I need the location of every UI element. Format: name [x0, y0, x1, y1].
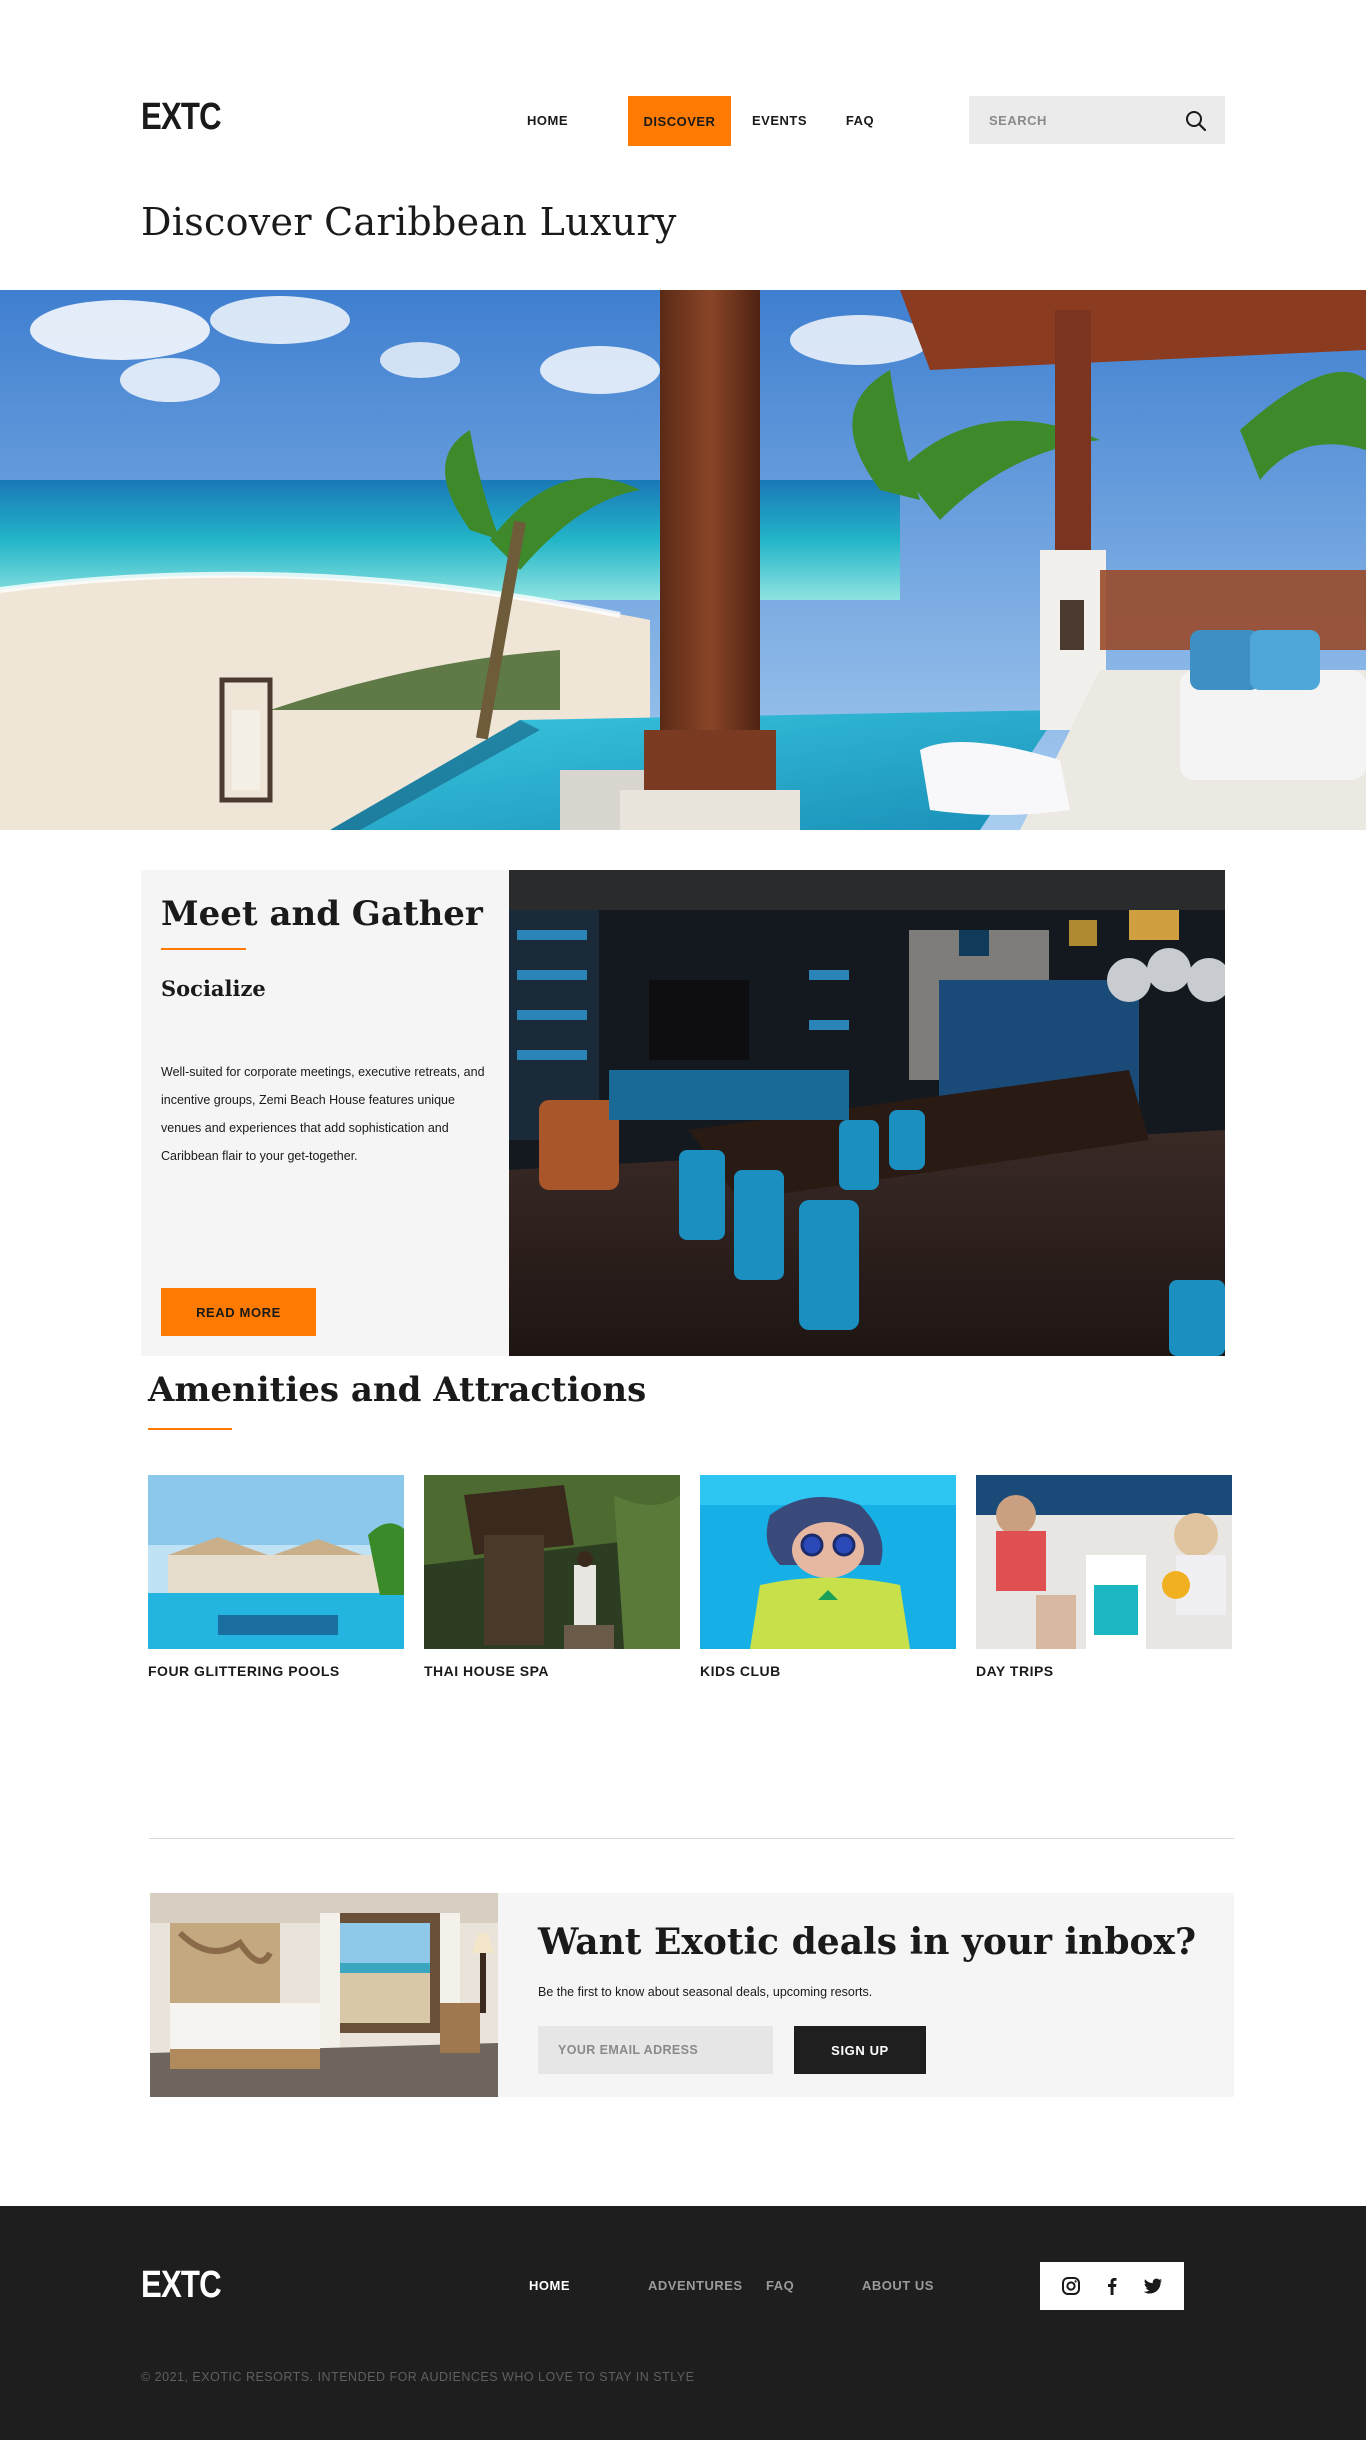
footer-nav-home[interactable]: HOME — [529, 2278, 570, 2293]
nav-home[interactable]: HOME — [510, 104, 585, 136]
search-box — [969, 96, 1225, 144]
facebook-icon[interactable] — [1100, 2274, 1124, 2298]
amenities-title: Amenities and Attractions — [148, 1370, 647, 1410]
day-trips-image — [976, 1475, 1232, 1649]
nav-events[interactable]: EVENTS — [742, 104, 817, 136]
amenity-card-spa[interactable]: THAI HOUSE SPA — [424, 1475, 680, 1679]
newsletter-panel: Want Exotic deals in your inbox? Be the … — [498, 1893, 1234, 2097]
read-more-button[interactable]: READ MORE — [161, 1288, 316, 1336]
nav-faq[interactable]: FAQ — [840, 104, 880, 136]
amenity-label: THAI HOUSE SPA — [424, 1663, 549, 1679]
social-links — [1040, 2262, 1184, 2310]
meet-title: Meet and Gather — [161, 894, 483, 934]
search-icon[interactable] — [1185, 110, 1207, 132]
pools-image — [148, 1475, 404, 1649]
nav-discover[interactable]: DISCOVER — [628, 96, 731, 146]
copyright: © 2021, EXOTIC RESORTS. INTENDED FOR AUD… — [141, 2370, 695, 2384]
footer-nav-about-us[interactable]: ABOUT US — [862, 2278, 934, 2293]
twitter-icon[interactable] — [1141, 2274, 1165, 2298]
footer-logo[interactable]: EXTC — [141, 2264, 222, 2307]
email-input[interactable] — [538, 2026, 773, 2074]
header-logo[interactable]: EXTC — [141, 96, 222, 139]
page-title: Discover Caribbean Luxury — [141, 200, 677, 244]
amenity-card-pools[interactable]: FOUR GLITTERING POOLS — [148, 1475, 404, 1679]
amenity-label: KIDS CLUB — [700, 1663, 781, 1679]
meet-panel: Meet and Gather Socialize Well-suited fo… — [141, 870, 509, 1356]
newsletter-subtitle: Be the first to know about seasonal deal… — [538, 1985, 873, 1999]
amenity-card-day-trips[interactable]: DAY TRIPS — [976, 1475, 1232, 1679]
meet-subtitle: Socialize — [161, 976, 266, 1001]
meet-body: Well-suited for corporate meetings, exec… — [161, 1065, 485, 1163]
footer: EXTC HOME ADVENTURES FAQ ABOUT US © 2021… — [0, 2206, 1366, 2440]
footer-nav-adventures[interactable]: ADVENTURES — [648, 2278, 743, 2293]
newsletter-title: Want Exotic deals in your inbox? — [538, 1921, 1197, 1963]
section-divider — [149, 1838, 1234, 1839]
sign-up-button[interactable]: SIGN UP — [794, 2026, 926, 2074]
footer-nav-faq[interactable]: FAQ — [766, 2278, 794, 2293]
kids-club-image — [700, 1475, 956, 1649]
amenity-card-kids-club[interactable]: KIDS CLUB — [700, 1475, 956, 1679]
hero-image — [0, 290, 1366, 830]
spa-image — [424, 1475, 680, 1649]
meet-title-underline — [161, 948, 246, 950]
instagram-icon[interactable] — [1059, 2274, 1083, 2298]
bedroom-image — [150, 1893, 498, 2097]
amenities-title-underline — [148, 1428, 232, 1430]
meeting-room-image — [509, 870, 1225, 1356]
amenity-label: DAY TRIPS — [976, 1663, 1054, 1679]
amenity-label: FOUR GLITTERING POOLS — [148, 1663, 340, 1679]
